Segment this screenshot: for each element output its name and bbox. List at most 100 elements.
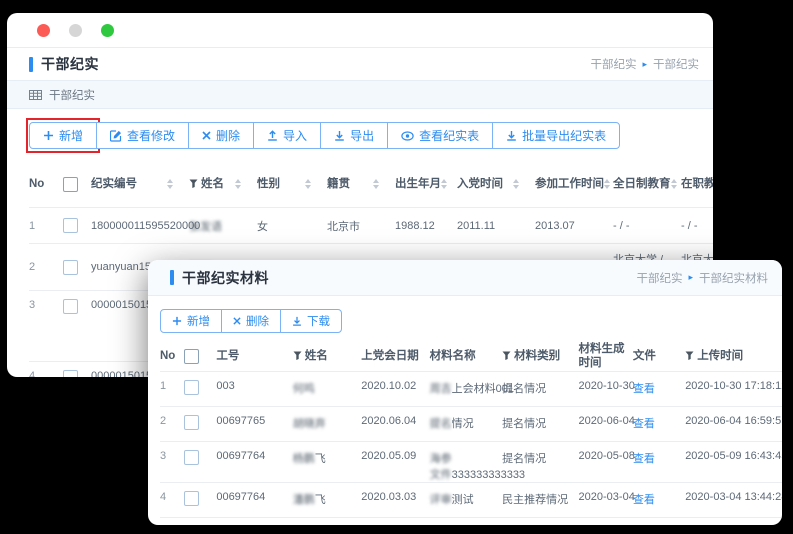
- row-checkbox[interactable]: [63, 299, 78, 314]
- add-button[interactable]: 新增: [29, 122, 97, 149]
- sort-icon[interactable]: [513, 179, 519, 189]
- col-fulltime-edu: 全日制教育: [613, 161, 681, 208]
- view-record-table-button[interactable]: 查看纪实表: [387, 122, 493, 149]
- filter-icon[interactable]: [293, 351, 302, 361]
- breadcrumb-arrow-icon: ▸: [688, 273, 693, 282]
- row-checkbox[interactable]: [184, 491, 199, 506]
- add-button[interactable]: 新增: [160, 309, 222, 333]
- cell-party-join: 2011.11: [457, 208, 535, 244]
- filter-icon[interactable]: [685, 351, 694, 361]
- front-window: 干部纪实材料 干部纪实 ▸ 干部纪实材料 新增 删除 下载 No: [148, 260, 782, 525]
- download-icon: [506, 130, 517, 141]
- row-checkbox[interactable]: [184, 415, 199, 430]
- view-file-link[interactable]: 查看: [633, 418, 655, 430]
- row-checkbox[interactable]: [63, 218, 78, 233]
- cell-no: 1: [160, 372, 184, 407]
- toolbar: 新增 查看修改 删除 导入 导出 查看纪实表 批量导出纪实表: [29, 122, 713, 149]
- title-accent-bar: [170, 270, 174, 285]
- table-row[interactable]: 1 180000011595520000 张发语 女 北京市 1988.12 2…: [29, 208, 713, 244]
- page-header: 干部纪实 干部纪实 ▸ 干部纪实: [7, 48, 713, 81]
- cell-no: 5: [160, 518, 184, 526]
- cell-material-type: 提名情况: [502, 372, 578, 407]
- download-icon: [334, 130, 345, 141]
- cell-upload-time: 2020-10-30 17:18:12: [685, 372, 782, 407]
- col-gender: 性别: [257, 161, 327, 208]
- toolbar: 新增 删除 下载: [160, 309, 782, 333]
- sort-icon[interactable]: [305, 179, 311, 189]
- col-name: 姓名: [293, 341, 361, 372]
- cell-upload-time: 2020-03-04 13:44:28: [685, 483, 782, 518]
- view-file-link[interactable]: 查看: [633, 453, 655, 465]
- table-row[interactable]: 2 00697765 胡晓弃 2020.06.04 提名情况 提名情况 2020…: [160, 407, 782, 442]
- sort-icon[interactable]: [671, 179, 677, 189]
- row-checkbox[interactable]: [63, 260, 78, 275]
- view-edit-button[interactable]: 查看修改: [96, 122, 189, 149]
- cell-material-name: 某某会议纪要: [430, 518, 502, 526]
- row-checkbox[interactable]: [63, 370, 78, 377]
- col-material-type: 材料类别: [502, 341, 578, 372]
- delete-button[interactable]: 删除: [188, 122, 254, 149]
- cell-generated-date: 2020-10-30: [579, 372, 633, 407]
- col-onjob-edu: 在职教育: [681, 161, 713, 208]
- cell-birth-date: 1988.12: [395, 208, 457, 244]
- col-native-place: 籍贯: [327, 161, 395, 208]
- cell-no: 3: [160, 442, 184, 483]
- row-checkbox[interactable]: [184, 450, 199, 465]
- traffic-maximize-icon[interactable]: [101, 24, 114, 37]
- close-icon: [202, 131, 211, 140]
- col-select: [63, 161, 91, 208]
- breadcrumb-section[interactable]: 干部纪实: [636, 270, 682, 286]
- table-row[interactable]: 5 00000150 魏雪婷 2019.10.30 某某会议纪要 提名情况 20…: [160, 518, 782, 526]
- download-button[interactable]: 下载: [280, 309, 342, 333]
- select-all-checkbox[interactable]: [184, 349, 199, 364]
- table-header-row: No 工号 姓名 上党会日期 材料名称 材料类别 材料生成时间 文件 上传时间: [160, 341, 782, 372]
- cell-onjob-edu: - / -: [681, 208, 713, 244]
- breadcrumb-current: 干部纪实材料: [699, 270, 768, 286]
- col-work-start: 参加工作时间: [535, 161, 613, 208]
- cell-generated-date: 2019-10-29: [579, 518, 633, 526]
- upload-icon: [267, 130, 278, 141]
- cell-upload-time: 2020-05-09 16:43:45: [685, 442, 782, 483]
- cell-name: 潘鹏飞: [293, 483, 361, 518]
- cell-name: 胡晓弃: [293, 407, 361, 442]
- cell-gender: 女: [257, 208, 327, 244]
- plus-icon: [172, 316, 182, 326]
- import-button[interactable]: 导入: [253, 122, 321, 149]
- row-checkbox[interactable]: [184, 380, 199, 395]
- breadcrumb-section[interactable]: 干部纪实: [590, 56, 636, 72]
- table-row[interactable]: 3 00697764 杨鹏飞 2020.05.09 海参 文件333333333…: [160, 442, 782, 483]
- download-icon: [292, 316, 302, 326]
- table-row[interactable]: 4 00697764 潘鹏飞 2020.03.03 评审测试 民主推荐情况 20…: [160, 483, 782, 518]
- sort-icon[interactable]: [235, 179, 241, 189]
- view-file-link[interactable]: 查看: [633, 494, 655, 506]
- canvas: { "colors": { "accent_blue": "#2d8cf0", …: [0, 0, 793, 534]
- col-upload-time: 上传时间: [685, 341, 782, 372]
- traffic-minimize-icon[interactable]: [69, 24, 82, 37]
- view-file-link[interactable]: 查看: [633, 383, 655, 395]
- cell-generated-date: 2020-06-04: [579, 407, 633, 442]
- col-party-meeting-date: 上党会日期: [361, 341, 429, 372]
- sort-icon[interactable]: [441, 179, 447, 189]
- filter-icon[interactable]: [502, 351, 511, 361]
- col-record-id: 纪实编号: [91, 161, 189, 208]
- cell-work-start: 2013.07: [535, 208, 613, 244]
- batch-export-record-table-button[interactable]: 批量导出纪实表: [492, 122, 620, 149]
- sort-icon[interactable]: [373, 179, 379, 189]
- col-file: 文件: [633, 341, 685, 372]
- cell-no: 2: [160, 407, 184, 442]
- cell-no: 4: [29, 362, 63, 378]
- sort-icon[interactable]: [167, 179, 173, 189]
- delete-button[interactable]: 删除: [221, 309, 281, 333]
- cell-upload-time: 2019-10-29 11:40:17: [685, 518, 782, 526]
- table-row[interactable]: 1 003 何鸣 2020.10.02 周吉上会材料001 提名情况 2020-…: [160, 372, 782, 407]
- sort-icon[interactable]: [604, 179, 610, 189]
- select-all-checkbox[interactable]: [63, 177, 78, 192]
- cell-material-type: 提名情况: [502, 407, 578, 442]
- cell-file: 查看: [633, 442, 685, 483]
- cell-party-meeting-date: 2020.05.09: [361, 442, 429, 483]
- filter-icon[interactable]: [189, 179, 198, 189]
- export-button[interactable]: 导出: [320, 122, 388, 149]
- table-header-row: No 纪实编号 姓名 性别 籍贯 出生年月 入党时间 参加工作时间 全日制教育 …: [29, 161, 713, 208]
- traffic-close-icon[interactable]: [37, 24, 50, 37]
- panel-header: 干部纪实: [7, 81, 713, 109]
